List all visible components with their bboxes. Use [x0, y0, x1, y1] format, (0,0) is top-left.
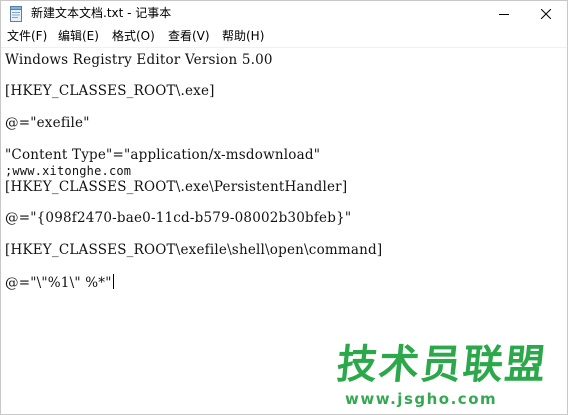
text-line: [HKEY_CLASSES_ROOT\.exe\PersistentHandle… [5, 179, 348, 195]
watermark: 技术员联盟 www.jsgho.com [331, 342, 565, 414]
notepad-icon[interactable] [8, 6, 24, 22]
minimize-button[interactable] [483, 1, 525, 26]
text-line: @="\"%1\" %*" [5, 275, 112, 291]
close-icon [541, 8, 551, 19]
menu-help[interactable]: 帮助(H) [222, 28, 264, 45]
title-bar[interactable]: 新建文本文档.txt - 记事本 [1, 1, 567, 26]
minimize-icon [499, 9, 509, 19]
close-button[interactable] [525, 1, 567, 26]
text-line-with-caret: @="\"%1\" %*" [5, 274, 114, 291]
text-line: @="{098f2470-bae0-11cd-b579-08002b30bfeb… [5, 210, 352, 226]
text-line: [HKEY_CLASSES_ROOT\exefile\shell\open\co… [5, 242, 383, 258]
text-line: Windows Registry Editor Version 5.00 [5, 52, 273, 68]
window-title: 新建文本文档.txt - 记事本 [31, 6, 172, 20]
text-editor[interactable]: Windows Registry Editor Version 5.00 [HK… [1, 47, 567, 414]
text-caret [112, 274, 114, 289]
text-line: "Content Type"="application/x-msdownload… [5, 147, 321, 163]
menu-format[interactable]: 格式(O) [112, 28, 155, 45]
watermark-url: www.jsgho.com [345, 390, 498, 408]
text-line: @="exefile" [5, 115, 90, 131]
text-line: ;www.xitonghe.com [5, 164, 132, 178]
menu-bar: 文件(F) 编辑(E) 格式(O) 查看(V) 帮助(H) [1, 26, 567, 47]
text-line: [HKEY_CLASSES_ROOT\.exe] [5, 83, 215, 99]
watermark-title: 技术员联盟 [334, 342, 550, 388]
menu-file[interactable]: 文件(F) [7, 28, 47, 45]
notepad-window: 新建文本文档.txt - 记事本 文件(F) 编辑(E) 格式(O) 查看(V)… [0, 0, 568, 415]
menu-view[interactable]: 查看(V) [168, 28, 210, 45]
menu-edit[interactable]: 编辑(E) [58, 28, 99, 45]
